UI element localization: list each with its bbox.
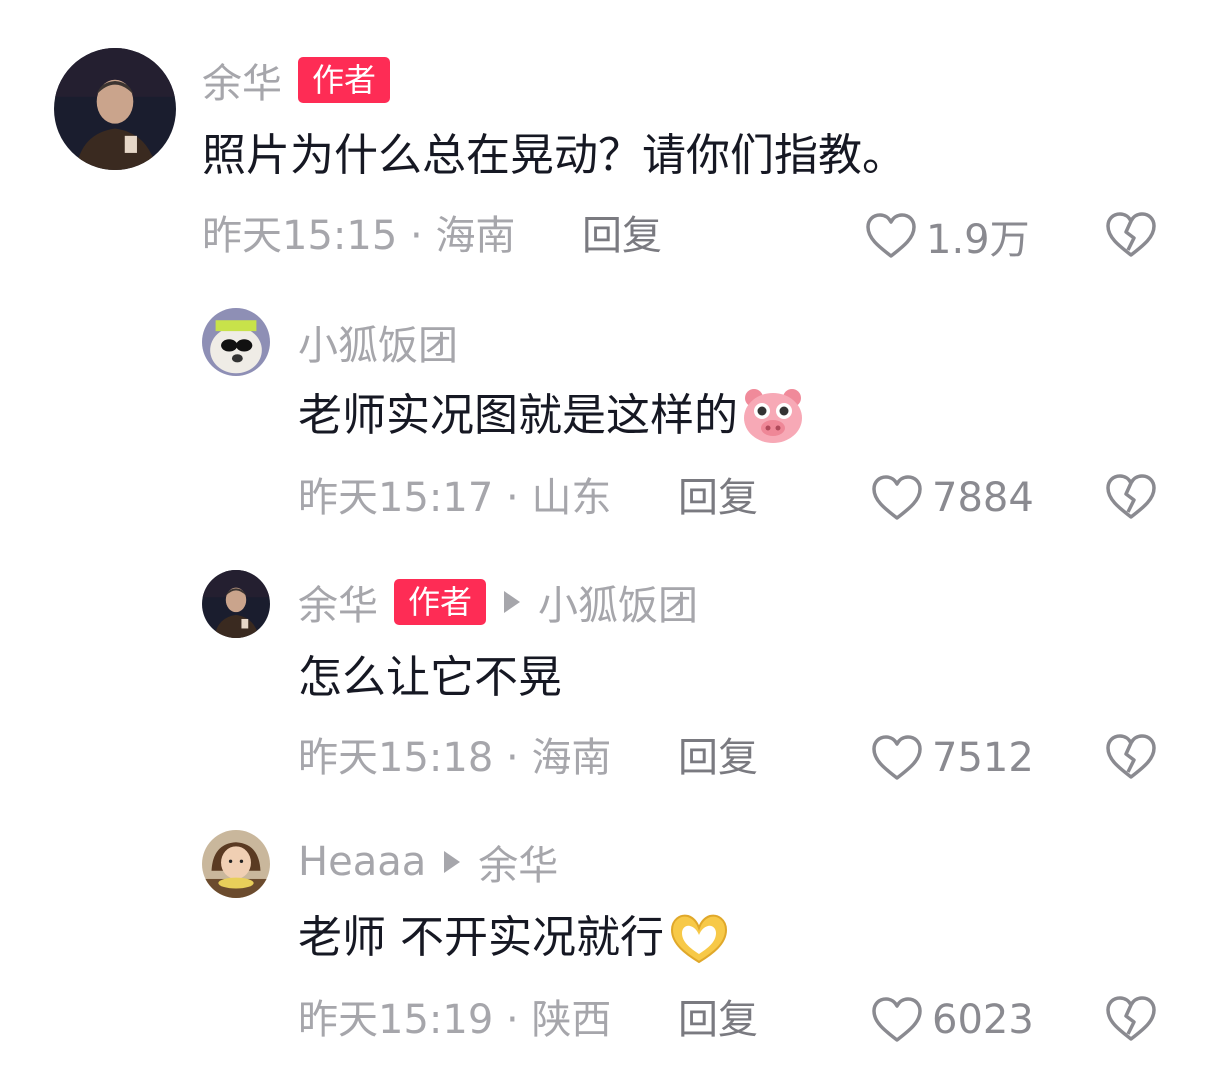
reply-button[interactable]: 回复 xyxy=(678,732,758,784)
meta-separator: · xyxy=(493,735,532,781)
like-count: 6023 xyxy=(932,997,1034,1043)
meta-separator: · xyxy=(493,997,532,1043)
author-name-row: 小狐饭团 xyxy=(298,313,458,371)
heart-outline-icon xyxy=(866,213,916,258)
author-badge: 作者 xyxy=(298,57,391,103)
comment-meta: 昨天15:17 · 山东 xyxy=(298,472,611,524)
like-button[interactable]: 7512 xyxy=(870,732,1034,784)
author-name-row: 余华 作者 xyxy=(202,51,391,109)
comment-meta: 昨天15:19 · 陕西 xyxy=(298,994,611,1046)
comment-text: 照片为什么总在晃动？请你们指教。 xyxy=(202,130,906,181)
comment-location: 海南 xyxy=(531,735,612,781)
like-button[interactable]: 7884 xyxy=(870,472,1034,524)
author-name-row: Heaaa 余华 xyxy=(298,833,558,891)
comment-text: 怎么让它不晃 xyxy=(298,652,562,703)
comment-time: 昨天15:15 xyxy=(202,213,398,259)
comment-text-content: 老师 不开实况就行 xyxy=(298,912,664,963)
comment-time: 昨天15:18 xyxy=(298,735,494,781)
heart-outline-icon xyxy=(872,475,922,520)
broken-heart-icon[interactable] xyxy=(1104,994,1158,1044)
comment-text: 老师 不开实况就行 xyxy=(298,908,732,968)
comment-time: 昨天15:17 xyxy=(298,475,494,521)
comment-location: 山东 xyxy=(531,475,612,521)
avatar[interactable] xyxy=(202,830,270,898)
like-button[interactable]: 1.9万 xyxy=(864,210,1030,263)
comment-text-content: 老师实况图就是这样的 xyxy=(298,390,738,441)
comment-location: 陕西 xyxy=(531,997,612,1043)
like-count: 7512 xyxy=(932,735,1034,781)
avatar[interactable] xyxy=(202,308,270,376)
reply-to-name[interactable]: 余华 xyxy=(478,833,558,891)
heart-outline-icon xyxy=(872,997,922,1042)
comment-meta: 昨天15:18 · 海南 xyxy=(298,732,611,784)
author-name[interactable]: Heaaa xyxy=(298,839,426,885)
meta-separator: · xyxy=(493,475,532,521)
comment-meta: 昨天15:15 · 海南 xyxy=(202,210,515,262)
comment-location: 海南 xyxy=(435,213,516,259)
author-name[interactable]: 余华 xyxy=(202,51,282,109)
avatar[interactable] xyxy=(202,570,270,638)
like-count: 7884 xyxy=(932,475,1034,521)
meta-separator: · xyxy=(397,213,436,259)
broken-heart-icon[interactable] xyxy=(1104,210,1158,260)
comment-time: 昨天15:19 xyxy=(298,997,494,1043)
broken-heart-icon[interactable] xyxy=(1104,472,1158,522)
reply-button[interactable]: 回复 xyxy=(582,210,662,262)
reply-arrow-icon xyxy=(504,591,521,613)
like-count: 1.9万 xyxy=(926,217,1030,263)
broken-heart-icon[interactable] xyxy=(1104,732,1158,782)
avatar[interactable] xyxy=(54,48,176,170)
comment-text: 老师实况图就是这样的 xyxy=(298,386,806,446)
author-name-row: 余华 作者 小狐饭团 xyxy=(298,573,698,631)
like-button[interactable]: 6023 xyxy=(870,994,1034,1046)
reply-button[interactable]: 回复 xyxy=(678,994,758,1046)
reply-to-name[interactable]: 小狐饭团 xyxy=(538,573,698,631)
author-name[interactable]: 小狐饭团 xyxy=(298,313,458,371)
author-badge: 作者 xyxy=(394,579,487,625)
pig-face-emoji xyxy=(744,389,802,443)
reply-arrow-icon xyxy=(444,851,461,873)
heart-outline-icon xyxy=(872,735,922,780)
reply-button[interactable]: 回复 xyxy=(678,472,758,524)
heart-hands-emoji xyxy=(670,914,728,964)
author-name[interactable]: 余华 xyxy=(298,573,378,631)
